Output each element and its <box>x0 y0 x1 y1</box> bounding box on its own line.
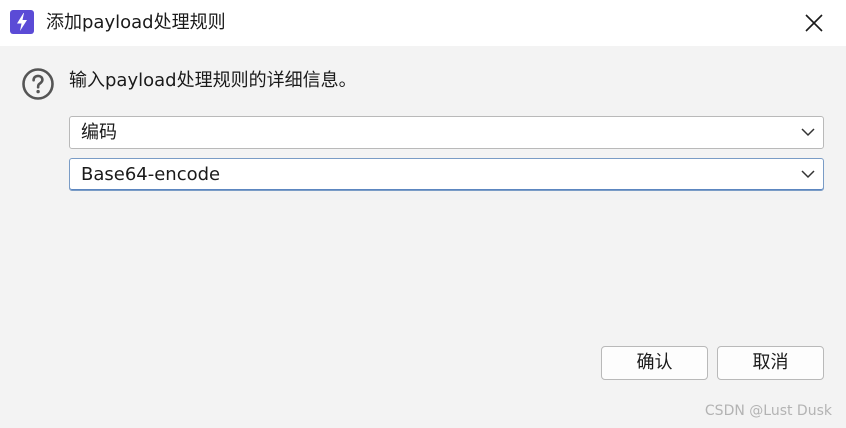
add-payload-rule-dialog: 添加payload处理规则 输入payload处理规则的详细信息。 编码 Bas… <box>0 0 846 428</box>
rule-type-select[interactable]: 编码 <box>69 116 824 149</box>
question-icon <box>22 68 54 100</box>
close-button[interactable] <box>796 6 832 40</box>
watermark: CSDN @Lust Dusk <box>704 403 832 419</box>
close-icon <box>805 14 823 32</box>
chevron-down-icon <box>801 128 815 137</box>
chevron-down-icon <box>801 170 815 179</box>
rule-option-select[interactable]: Base64-encode <box>69 158 824 191</box>
title-bar: 添加payload处理规则 <box>0 0 846 46</box>
confirm-button[interactable]: 确认 <box>601 346 708 380</box>
rule-option-value: Base64-encode <box>81 164 221 185</box>
rule-type-value: 编码 <box>81 122 117 143</box>
bolt-icon <box>10 10 34 34</box>
dialog-prompt: 输入payload处理规则的详细信息。 <box>69 70 357 91</box>
cancel-button[interactable]: 取消 <box>717 346 824 380</box>
dialog-title: 添加payload处理规则 <box>46 12 226 33</box>
